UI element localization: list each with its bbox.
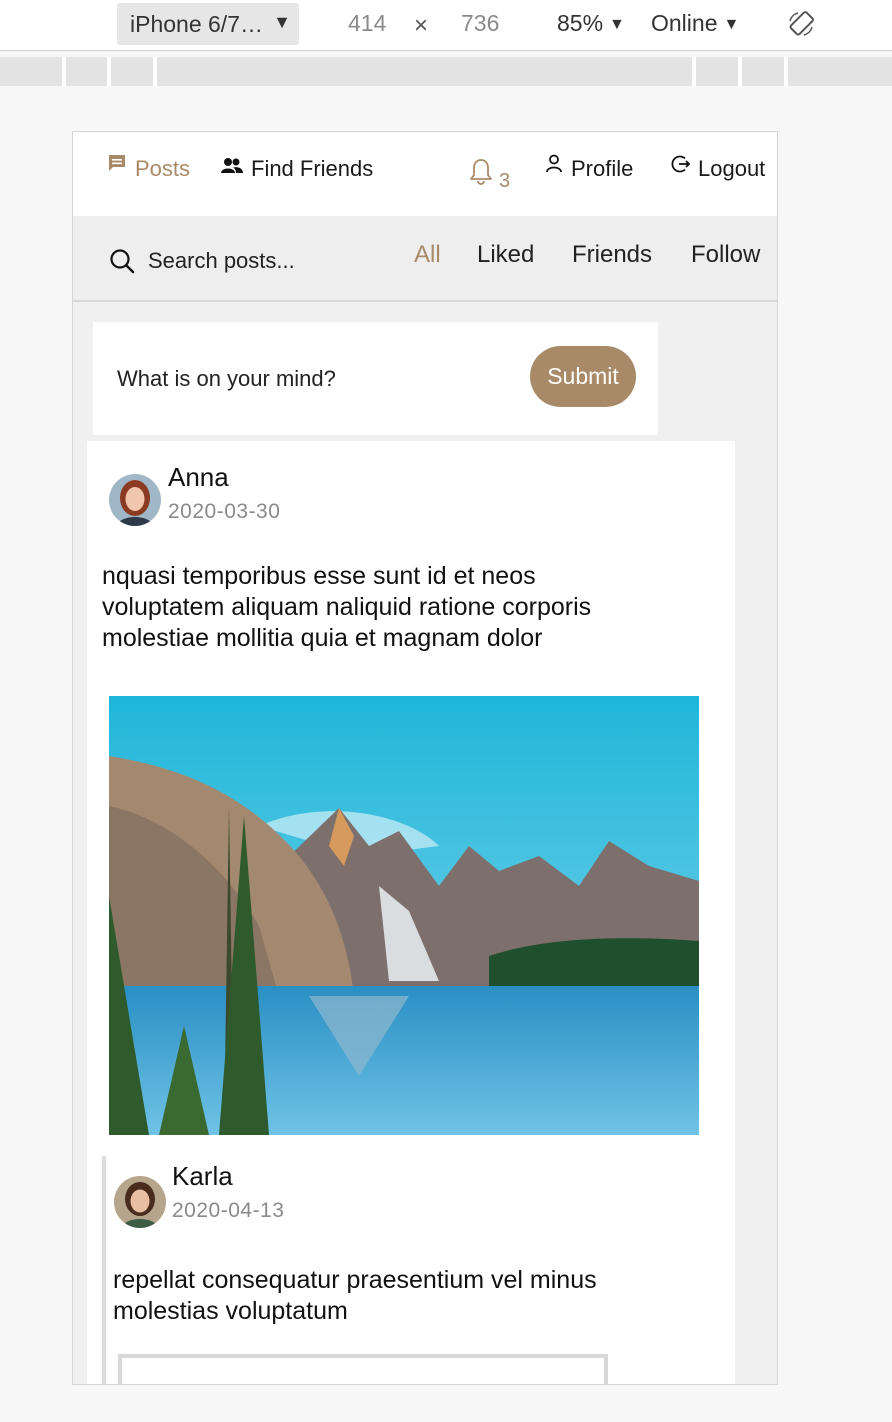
avatar[interactable] — [109, 474, 161, 526]
tab-follow[interactable]: Follow — [691, 241, 760, 269]
composer-input[interactable]: What is on your mind? — [117, 366, 336, 392]
filter-bar: Search posts... All Liked Friends Follow — [73, 216, 777, 302]
nav-posts-label: Posts — [135, 156, 191, 181]
bell-icon[interactable] — [469, 158, 493, 186]
reply-body-line: repellat consequatur praesentium vel min… — [113, 1266, 597, 1294]
device-viewport: Posts Find Friends 3 Profile Logout Sear… — [72, 131, 778, 1385]
nav-find-friends-label: Find Friends — [251, 156, 374, 181]
reply-card: Karla 2020-04-13 repellat consequatur pr… — [102, 1156, 722, 1384]
submit-button[interactable]: Submit — [530, 346, 636, 407]
network-value: Online — [651, 10, 718, 36]
media-query-ruler — [0, 57, 892, 86]
post-composer: What is on your mind? Submit — [93, 322, 658, 435]
top-navigation: Posts Find Friends 3 Profile Logout — [73, 132, 777, 216]
device-select[interactable]: iPhone 6/7… ▼ — [117, 3, 299, 45]
user-icon — [546, 154, 562, 173]
tab-friends[interactable]: Friends — [572, 241, 652, 269]
nav-posts[interactable]: Posts — [107, 155, 191, 182]
chevron-down-icon: ▼ — [609, 16, 625, 33]
reply-date: 2020-04-13 — [172, 1199, 285, 1222]
tab-liked[interactable]: Liked — [477, 241, 534, 269]
chat-bubble-icon — [109, 155, 125, 171]
viewport-height[interactable]: 736 — [461, 10, 499, 37]
post-author[interactable]: Anna — [168, 462, 229, 493]
logout-icon — [671, 155, 690, 173]
post-body-line: voluptatem aliquam naliquid ratione corp… — [102, 593, 592, 621]
reply-media-frame[interactable] — [118, 1354, 608, 1384]
viewport-width[interactable]: 414 — [348, 10, 386, 37]
search-icon[interactable] — [109, 248, 135, 274]
post-body-line: nquasi temporibus esse sunt id et neos — [102, 562, 536, 590]
notification-count: 3 — [499, 170, 511, 192]
device-select-label: iPhone 6/7… — [130, 10, 263, 37]
post-date: 2020-03-30 — [168, 500, 281, 523]
rotate-device-icon[interactable] — [786, 9, 816, 39]
post-body-line: molestiae mollitia quia et magnam dolor — [102, 624, 543, 652]
tab-all[interactable]: All — [414, 241, 441, 269]
avatar[interactable] — [114, 1176, 166, 1228]
zoom-value: 85% — [557, 10, 604, 36]
search-input[interactable]: Search posts... — [148, 248, 295, 274]
zoom-select[interactable]: 85% ▼ — [557, 10, 625, 37]
post-card: Anna 2020-03-30 nquasi temporibus esse s… — [87, 441, 735, 1384]
reply-author[interactable]: Karla — [172, 1161, 233, 1192]
people-icon — [221, 158, 243, 173]
nav-profile-label: Profile — [571, 156, 634, 181]
nav-profile[interactable]: Profile — [545, 154, 634, 182]
chevron-down-icon: ▼ — [723, 16, 740, 33]
post-body: nquasi temporibus esse sunt id et neos v… — [102, 561, 591, 654]
nav-find-friends[interactable]: Find Friends — [221, 156, 373, 182]
reply-body: repellat consequatur praesentium vel min… — [113, 1265, 597, 1327]
nav-logout-label: Logout — [698, 156, 766, 181]
post-image[interactable] — [109, 696, 699, 1135]
chevron-down-icon: ▼ — [273, 12, 291, 32]
nav-logout[interactable]: Logout — [670, 155, 766, 182]
device-toolbar: iPhone 6/7… ▼ 414 × 736 85% ▼ Online ▼ — [0, 0, 892, 51]
network-select[interactable]: Online ▼ — [651, 10, 739, 37]
reply-body-line: molestias voluptatum — [113, 1297, 348, 1325]
dimension-separator: × — [414, 12, 429, 39]
